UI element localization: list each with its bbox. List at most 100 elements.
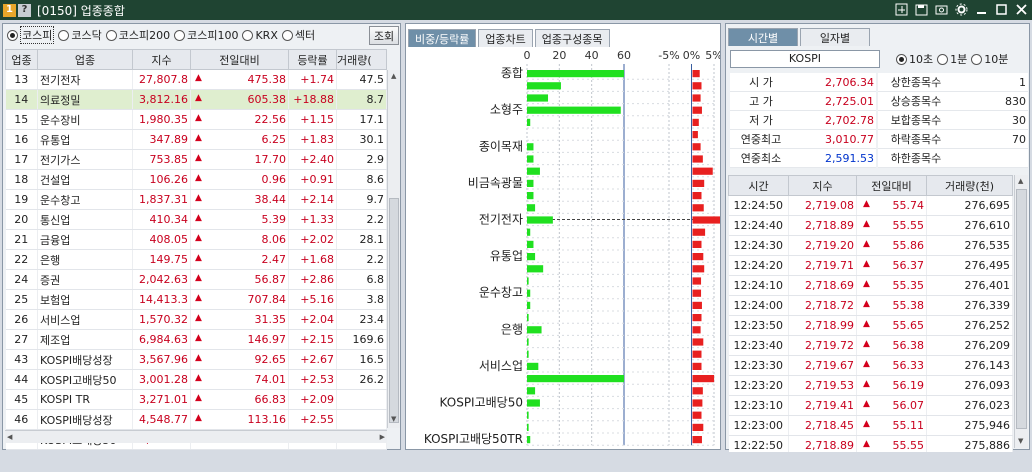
interval-radio-0[interactable]: 10초 [896, 51, 933, 67]
window-number-badge[interactable]: 1 [3, 3, 16, 17]
sector-index: 3,001.28 [132, 369, 191, 390]
close-icon[interactable] [1014, 2, 1028, 16]
radio-icon[interactable] [58, 29, 70, 41]
radio-icon[interactable] [105, 29, 117, 41]
right-axis-tick: 0% [683, 49, 700, 62]
table-row[interactable]: 27 제조업 6,984.63 ▲ 146.97 +2.15 169.6 [5, 329, 387, 350]
up-arrow-icon: ▲ [195, 333, 202, 343]
interval-radio-2[interactable]: 10분 [971, 51, 1008, 67]
help-badge[interactable]: ? [18, 3, 31, 17]
camera-icon[interactable] [934, 2, 948, 16]
index-cell: 2,718.72 [788, 295, 857, 316]
search-button[interactable]: 조회 [369, 26, 399, 45]
col-header-index[interactable]: 지수 [132, 49, 191, 70]
table-row[interactable]: 12:24:30 2,719.20 ▲ 55.86 276,535 [728, 235, 1013, 256]
table-row[interactable]: 12:23:50 2,718.99 ▲ 55.65 276,252 [728, 315, 1013, 336]
tab-ratio[interactable]: 비중/등락률 [408, 29, 477, 47]
tab-by-date[interactable]: 일자별 [800, 28, 870, 46]
col-header-code[interactable]: 업종 [5, 49, 38, 70]
col-header-time[interactable]: 시간 [728, 175, 789, 196]
table-row[interactable]: 21 금융업 408.05 ▲ 8.06 +2.02 28.1 [5, 229, 387, 250]
category-label: 운수창고 [479, 286, 523, 300]
radio-icon[interactable] [281, 29, 293, 41]
table-row[interactable]: 44 KOSPI고배당50 3,001.28 ▲ 74.01 +2.53 26.2 [5, 369, 387, 390]
market-radio-0[interactable]: 코스피 [7, 26, 55, 44]
table-row[interactable]: 26 서비스업 1,570.32 ▲ 31.35 +2.04 23.4 [5, 309, 387, 330]
save-icon[interactable] [914, 2, 928, 16]
radio-icon[interactable] [174, 29, 186, 41]
table-row[interactable]: 18 건설업 106.26 ▲ 0.96 +0.91 8.6 [5, 169, 387, 190]
radio-icon[interactable] [896, 53, 907, 65]
col-header-volume[interactable]: 거래량(천) [926, 175, 1013, 196]
index-name-field[interactable]: KOSPI [730, 50, 880, 68]
table-row[interactable]: 12:24:50 2,719.08 ▲ 55.74 276,695 [728, 195, 1013, 216]
radio-icon[interactable] [971, 53, 983, 65]
gear-icon[interactable] [954, 2, 968, 16]
interval-radio-1[interactable]: 1분 [937, 51, 967, 67]
weight-bar [527, 436, 531, 444]
table-row[interactable]: 14 의료정밀 3,812.16 ▲ 605.38 +18.88 8.7 [5, 89, 387, 110]
radio-icon[interactable] [7, 29, 18, 41]
table-row[interactable]: 20 통신업 410.34 ▲ 5.39 +1.33 2.2 [5, 209, 387, 230]
table-row[interactable]: 22 은행 149.75 ▲ 2.47 +1.68 2.2 [5, 249, 387, 270]
radio-icon[interactable] [242, 29, 254, 41]
time-table-scrollbar[interactable]: ▲ ▼ [1014, 175, 1028, 448]
scroll-down-icon[interactable]: ▼ [1018, 437, 1023, 445]
sector-name: KOSPI배당성장 [37, 409, 133, 430]
table-row[interactable]: 12:23:40 2,719.72 ▲ 56.38 276,209 [728, 335, 1013, 356]
market-radio-4[interactable]: KRX [242, 29, 278, 42]
table-row[interactable]: 13 전기전자 27,807.8 ▲ 475.38 +1.74 47.5 [5, 69, 387, 90]
stat-row: 저 가 2,702.78 보합종목수 30 [730, 111, 1028, 130]
sector-table-hscrollbar[interactable]: ◀ ▶ [5, 430, 387, 443]
market-radio-label: 코스피100 [187, 29, 239, 42]
table-row[interactable]: 12:23:00 2,718.45 ▲ 55.11 275,946 [728, 415, 1013, 436]
col-header-volume[interactable]: 거래량( [336, 49, 387, 70]
table-row[interactable]: 12:23:30 2,719.67 ▲ 56.33 276,143 [728, 355, 1013, 376]
market-radio-5[interactable]: 섹터 [281, 27, 315, 43]
table-row[interactable]: 16 유통업 347.89 ▲ 6.25 +1.83 30.1 [5, 129, 387, 150]
scroll-down-icon[interactable]: ▼ [391, 415, 396, 423]
table-row[interactable]: 17 전기가스 753.85 ▲ 17.70 +2.40 2.9 [5, 149, 387, 170]
table-row[interactable]: 15 운수장비 1,980.35 ▲ 22.56 +1.15 17.1 [5, 109, 387, 130]
table-row[interactable]: 12:24:00 2,718.72 ▲ 55.38 276,339 [728, 295, 1013, 316]
table-row[interactable]: 43 KOSPI배당성장 3,567.96 ▲ 92.65 +2.67 16.5 [5, 349, 387, 370]
table-row[interactable]: 12:23:20 2,719.53 ▲ 56.19 276,093 [728, 375, 1013, 396]
col-header-index[interactable]: 지수 [788, 175, 857, 196]
market-radio-2[interactable]: 코스피200 [105, 27, 170, 43]
scroll-right-icon[interactable]: ▶ [380, 433, 385, 441]
maximize-icon[interactable] [994, 2, 1008, 16]
sector-name: KOSPI고배당50 [37, 369, 133, 390]
scroll-up-icon[interactable]: ▲ [1018, 177, 1023, 185]
rate-bar [692, 94, 701, 102]
col-header-name[interactable]: 업종 [37, 49, 133, 70]
table-row[interactable]: 19 운수창고 1,837.31 ▲ 38.44 +2.14 9.7 [5, 189, 387, 210]
weight-bar [527, 399, 540, 407]
col-header-change[interactable]: 전일대비 [190, 49, 289, 70]
time-cell: 12:24:30 [728, 235, 789, 256]
table-row[interactable]: 12:23:10 2,719.41 ▲ 56.07 276,023 [728, 395, 1013, 416]
table-row[interactable]: 24 증권 2,042.63 ▲ 56.87 +2.86 6.8 [5, 269, 387, 290]
market-radio-3[interactable]: 코스피100 [174, 27, 238, 43]
sector-code: 17 [5, 149, 38, 170]
table-row[interactable]: 46 KOSPI배당성장 4,548.77 ▲ 113.16 +2.55 [5, 409, 387, 430]
tab-constituents[interactable]: 업종구성종목 [534, 29, 610, 47]
table-row[interactable]: 12:24:10 2,718.69 ▲ 55.35 276,401 [728, 275, 1013, 296]
market-radio-1[interactable]: 코스닥 [58, 27, 102, 43]
table-row[interactable]: 12:24:40 2,718.89 ▲ 55.55 276,610 [728, 215, 1013, 236]
scroll-thumb[interactable] [389, 198, 399, 423]
minimize-icon[interactable] [974, 2, 988, 16]
sector-table-scrollbar[interactable]: ▲ ▼ [387, 70, 400, 428]
sector-rate: +1.15 [288, 109, 337, 130]
table-row[interactable]: 12:24:20 2,719.71 ▲ 56.37 276,495 [728, 255, 1013, 276]
table-row[interactable]: 25 보험업 14,413.3 ▲ 707.84 +5.16 3.8 [5, 289, 387, 310]
tab-sector-chart[interactable]: 업종차트 [478, 29, 533, 47]
table-row[interactable]: 45 KOSPI TR 3,271.01 ▲ 66.83 +2.09 [5, 389, 387, 410]
scroll-thumb[interactable] [1016, 189, 1027, 429]
scroll-left-icon[interactable]: ◀ [7, 433, 12, 441]
tab-by-time[interactable]: 시간별 [728, 28, 798, 46]
link-icon[interactable] [894, 2, 908, 16]
col-header-change[interactable]: 전일대비 [856, 175, 927, 196]
radio-icon[interactable] [937, 53, 949, 65]
col-header-rate[interactable]: 등락률 [288, 49, 337, 70]
scroll-up-icon[interactable]: ▲ [391, 72, 396, 80]
